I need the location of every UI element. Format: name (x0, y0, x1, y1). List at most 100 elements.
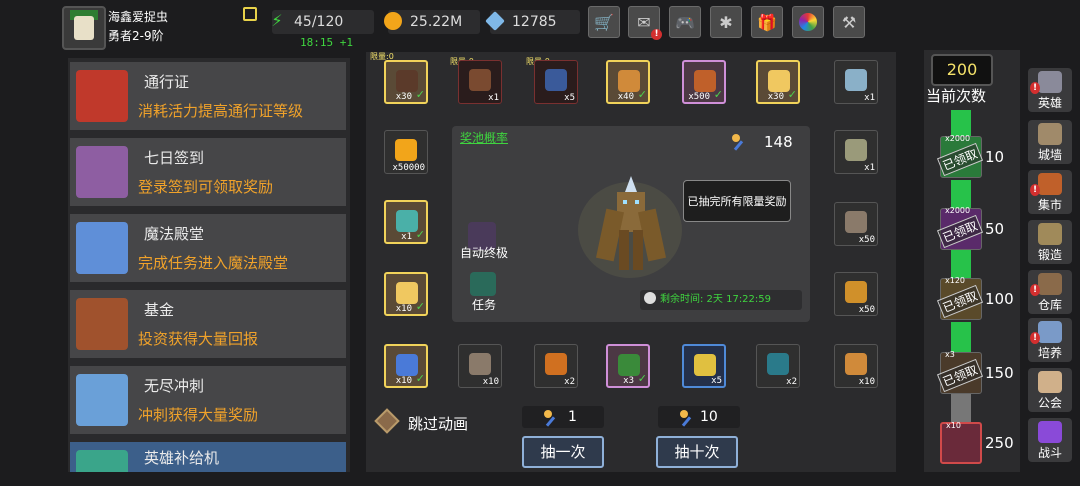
shop-button[interactable]: 🛒 (588, 6, 620, 38)
claimed-stamp: 已领取 (936, 142, 984, 177)
clock-icon (644, 292, 656, 304)
settings-button[interactable]: ✱ (710, 6, 742, 38)
side-nav-guild[interactable]: 公会 (1028, 368, 1072, 412)
menu-item-fund[interactable]: 基金 投资获得大量回报 (70, 290, 346, 358)
menu-desc: 冲刺获得大量奖励 (138, 406, 259, 424)
item-count: x50000 (392, 163, 425, 173)
milestone-reward[interactable]: x3 已领取 (936, 350, 984, 394)
claimed-stamp: 已领取 (936, 214, 984, 249)
reward-slot-bottom[interactable]: x10 ✓ (384, 344, 428, 388)
remaining-time: 剩余时间: 2天 17:22:59 (640, 290, 802, 310)
gift-icon: 🎁 (757, 12, 777, 32)
item-icon (545, 353, 567, 375)
mail-button[interactable]: ✉! (628, 6, 662, 40)
reward-slot-top[interactable]: x40 ✓ (606, 60, 650, 104)
reward-slot-top[interactable]: x30 ✓ (384, 60, 428, 104)
menu-item-pass[interactable]: 通行证 消耗活力提高通行证等级 (70, 62, 346, 130)
milestone-reward[interactable]: x2000 已领取 (936, 134, 984, 178)
item-count: x1 (864, 163, 875, 173)
item-count: x10 (395, 304, 412, 314)
menu-title: 英雄补给机 (144, 449, 220, 467)
reward-slot-top[interactable]: x1 (834, 60, 878, 104)
portal-icon (1038, 421, 1062, 443)
reward-slot-left[interactable]: x10 ✓ (384, 272, 428, 316)
reward-slot-top[interactable]: x500 ✓ (682, 60, 726, 104)
menu-desc: 完成任务进入魔法殿堂 (138, 254, 289, 272)
menu-title: 无尽冲刺 (144, 377, 205, 395)
color-wheel-button[interactable] (792, 6, 824, 38)
player-avatar[interactable] (62, 6, 106, 50)
alert-badge: ! (1030, 82, 1040, 94)
tools-button[interactable]: ⚒ (833, 6, 865, 38)
check-icon: ✓ (637, 88, 647, 101)
reward-slot-right[interactable]: x1 (834, 130, 878, 174)
reward-slot-bottom[interactable]: x10 (834, 344, 878, 388)
menu-item-endless[interactable]: 无尽冲刺 冲刺获得大量奖励 (70, 366, 346, 434)
wand-icon (678, 408, 696, 426)
task-button[interactable]: 任务 (472, 296, 496, 313)
reward-count: x2000 (945, 134, 971, 143)
reward-slot-bottom[interactable]: x2 (534, 344, 578, 388)
milestone-threshold: 50 (985, 220, 1005, 238)
reward-slot-right[interactable]: x50 (834, 272, 878, 316)
item-icon (845, 281, 867, 303)
menu-item-signin[interactable]: 七日签到 登录签到可领取奖励 (70, 138, 346, 206)
auto-ultimate-toggle[interactable]: 自动终极 (460, 244, 508, 261)
gift-button[interactable]: 🎁 (751, 6, 783, 38)
energy-timer: 18:15 +1 (300, 36, 353, 49)
menu-title: 七日签到 (144, 149, 205, 167)
wand-icon (730, 132, 748, 150)
edit-icon[interactable] (243, 7, 257, 21)
item-icon (618, 354, 640, 376)
reward-slot-bottom[interactable]: x5 (682, 344, 726, 388)
reward-slot-bottom[interactable]: x3 ✓ (606, 344, 650, 388)
draw-ten-button[interactable]: 抽十次 (656, 436, 738, 468)
reward-slot-top[interactable]: x1 (458, 60, 502, 104)
side-nav-helmet[interactable]: 英雄! (1028, 68, 1072, 112)
reward-slot-right[interactable]: x50 (834, 202, 878, 246)
anvil-icon (1038, 223, 1062, 245)
reward-slot-bottom[interactable]: x10 (458, 344, 502, 388)
item-count: x10 (395, 376, 412, 386)
item-count: x2 (564, 377, 575, 387)
item-count: x40 (617, 92, 634, 102)
wand-icon (542, 408, 560, 426)
reward-count: x3 (945, 350, 955, 359)
item-icon (469, 69, 491, 91)
reward-count: x10 (946, 421, 961, 430)
menu-item-supply[interactable]: 英雄补给机 (70, 442, 346, 472)
reward-slot-top[interactable]: x30 ✓ (756, 60, 800, 104)
reward-slot-left[interactable]: x1 ✓ (384, 200, 428, 244)
gem-stat: 12785 (485, 10, 580, 34)
gamepad-button[interactable]: 🎮 (669, 6, 701, 38)
milestone-reward[interactable]: x10 (940, 421, 982, 464)
milestone-reward[interactable]: x2000 已领取 (936, 206, 984, 250)
lightning-icon: ⚡ (271, 11, 283, 30)
menu-item-magic-hall[interactable]: 魔法殿堂 完成任务进入魔法殿堂 (70, 214, 346, 282)
item-count: x50 (858, 235, 875, 245)
gamepad-icon: 🎮 (675, 12, 695, 32)
tools-icon: ⚒ (841, 12, 857, 32)
chest-icon (76, 146, 128, 198)
side-nav-market[interactable]: 集市! (1028, 170, 1072, 214)
milestone-threshold: 150 (985, 364, 1014, 382)
side-nav-wall[interactable]: 城墙 (1028, 120, 1072, 164)
draw-count-label: 当前次数 (926, 87, 987, 105)
reward-slot-bottom[interactable]: x2 (756, 344, 800, 388)
side-nav-label: 集市 (1037, 198, 1062, 212)
treant-boss-image (578, 176, 682, 278)
milestone-reward[interactable]: x120 已领取 (936, 276, 984, 320)
draw-once-button[interactable]: 抽一次 (522, 436, 604, 468)
side-nav-anvil[interactable]: 锻造 (1028, 220, 1072, 264)
check-icon: ✓ (713, 88, 723, 101)
side-nav-flask[interactable]: 培养! (1028, 318, 1072, 362)
reward-slot-left[interactable]: x50000 (384, 130, 428, 174)
pool-probability-link[interactable]: 奖池概率 (460, 129, 508, 146)
alert-badge: ! (1030, 284, 1040, 296)
limited-rewards-tooltip: 已抽完所有限量奖励 (683, 180, 791, 222)
gold-stat: 25.22M (384, 10, 480, 34)
check-icon: ✓ (415, 372, 425, 385)
side-nav-warehouse[interactable]: 仓库! (1028, 270, 1072, 314)
reward-slot-top[interactable]: x5 (534, 60, 578, 104)
side-nav-portal[interactable]: 战斗 (1028, 418, 1072, 462)
